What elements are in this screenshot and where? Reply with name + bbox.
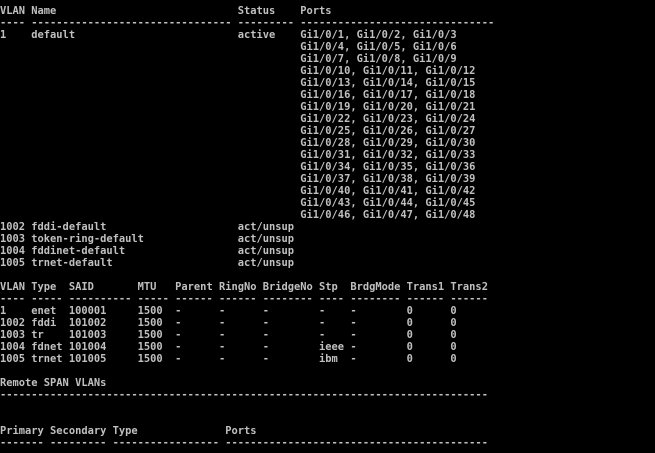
terminal-line: 1003 token-ring-default act/unsup [0, 233, 295, 245]
terminal-line: VLAN Type SAID MTU Parent RingNo BridgeN… [0, 281, 488, 293]
terminal-line: Gi1/0/19, Gi1/0/20, Gi1/0/21 [0, 101, 476, 113]
terminal-line: ------- --------- ----------------- ----… [0, 437, 488, 449]
terminal-line: 1004 fdnet 101004 1500 - - - ieee - 0 0 [0, 341, 457, 353]
terminal-line: 1003 tr 101003 1500 - - - - - 0 0 [0, 329, 457, 341]
terminal-line: Gi1/0/31, Gi1/0/32, Gi1/0/33 [0, 149, 476, 161]
terminal-line: ---- -------------------------------- --… [0, 17, 495, 29]
terminal-window[interactable]: VLAN Name Status Ports ---- -------------… [0, 0, 655, 453]
terminal-line: 1002 fddi 101002 1500 - - - - - 0 0 [0, 317, 457, 329]
terminal-line: Gi1/0/7, Gi1/0/8, Gi1/0/9 [0, 53, 457, 65]
terminal-line: Gi1/0/40, Gi1/0/41, Gi1/0/42 [0, 185, 476, 197]
terminal-line: Gi1/0/46, Gi1/0/47, Gi1/0/48 [0, 209, 476, 221]
terminal-line: ---- ----- ---------- ----- ------ -----… [0, 293, 488, 305]
terminal-line: Gi1/0/34, Gi1/0/35, Gi1/0/36 [0, 161, 476, 173]
terminal-line: Gi1/0/4, Gi1/0/5, Gi1/0/6 [0, 41, 457, 53]
terminal-line: Gi1/0/22, Gi1/0/23, Gi1/0/24 [0, 113, 476, 125]
terminal-line: Remote SPAN VLANs [0, 377, 107, 389]
terminal-line: Gi1/0/28, Gi1/0/29, Gi1/0/30 [0, 137, 476, 149]
terminal-line: Gi1/0/16, Gi1/0/17, Gi1/0/18 [0, 89, 476, 101]
terminal-line: 1 enet 100001 1500 - - - - - 0 0 [0, 305, 457, 317]
terminal-line: Gi1/0/10, Gi1/0/11, Gi1/0/12 [0, 65, 476, 77]
terminal-line: 1005 trnet-default act/unsup [0, 257, 295, 269]
terminal-line: Gi1/0/25, Gi1/0/26, Gi1/0/27 [0, 125, 476, 137]
terminal-line: Gi1/0/37, Gi1/0/38, Gi1/0/39 [0, 173, 476, 185]
terminal-output: VLAN Name Status Ports ---- -------------… [0, 0, 655, 449]
terminal-line: 1005 trnet 101005 1500 - - - ibm - 0 0 [0, 353, 457, 365]
terminal-line: Primary Secondary Type Ports [0, 425, 257, 437]
terminal-line: Gi1/0/43, Gi1/0/44, Gi1/0/45 [0, 197, 476, 209]
terminal-line: 1002 fddi-default act/unsup [0, 221, 295, 233]
terminal-line: Gi1/0/13, Gi1/0/14, Gi1/0/15 [0, 77, 476, 89]
terminal-line: VLAN Name Status Ports [0, 5, 332, 17]
terminal-line: 1004 fddinet-default act/unsup [0, 245, 295, 257]
terminal-line: ----------------------------------------… [0, 389, 488, 401]
terminal-line: 1 default active Gi1/0/1, Gi1/0/2, Gi1/0… [0, 29, 457, 41]
